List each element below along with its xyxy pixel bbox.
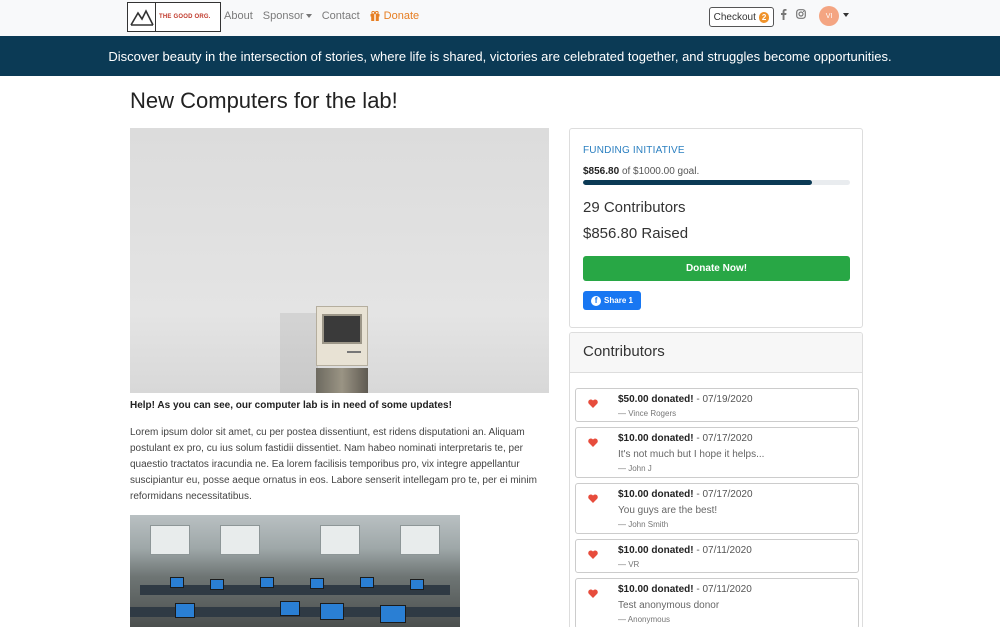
computer-screen [322, 314, 362, 344]
facebook-share-button[interactable]: f Share 1 [583, 291, 641, 310]
facebook-icon[interactable] [780, 9, 787, 23]
contributors-count: 29 Contributors [583, 199, 686, 216]
heart-icon [588, 490, 598, 503]
lab-window [150, 525, 190, 555]
nav-about-link[interactable]: About [224, 10, 253, 22]
share-label: Share 1 [604, 296, 633, 305]
lab-window [220, 525, 260, 555]
donation-message: Test anonymous donor [618, 600, 720, 611]
computer-photo [130, 128, 549, 393]
monitor [170, 577, 184, 588]
chevron-down-icon [305, 14, 312, 18]
goal-line: $856.80 of $1000.00 goal. [583, 166, 699, 177]
lab-window [320, 525, 360, 555]
description-text: Lorem ipsum dolor sit amet, cu per poste… [130, 427, 537, 502]
donate-now-button[interactable]: Donate Now! [583, 256, 850, 281]
chevron-down-icon[interactable] [843, 13, 849, 17]
help-text: Help! As you can see, our computer lab i… [130, 400, 452, 411]
donation-item: $10.00 donated! - 07/17/2020 It's not mu… [575, 427, 859, 478]
instagram-icon[interactable] [796, 9, 806, 22]
donation-amount: $10.00 donated! - 07/11/2020 [618, 545, 752, 556]
donor-name: — Anonymous [618, 615, 671, 624]
goal-text: of $1000.00 goal. [621, 166, 700, 177]
monitor [310, 578, 324, 589]
funding-card: FUNDING INITIATIVE $856.80 of $1000.00 g… [569, 128, 863, 328]
donor-name: — Vince Rogers [618, 409, 677, 418]
contributors-title: Contributors [570, 333, 862, 373]
donor-name: — John Smith [618, 520, 669, 529]
raised-amount: $856.80 [583, 166, 620, 177]
funding-progress-bar [583, 180, 850, 185]
heart-icon [588, 434, 598, 447]
donation-item: $50.00 donated! - 07/19/2020 — Vince Rog… [575, 388, 859, 422]
nav-contact-link[interactable]: Contact [322, 10, 360, 22]
nav-links: About Sponsor Contact Donate [224, 10, 429, 22]
computer-stand [316, 368, 368, 393]
monitor [380, 605, 406, 623]
heart-icon [588, 546, 598, 559]
gift-icon [370, 10, 380, 21]
cart-count-badge: 2 [758, 11, 770, 23]
progress-fill [583, 180, 812, 185]
checkout-label: Checkout [713, 11, 756, 23]
donor-name: — VR [618, 560, 640, 569]
donation-item: $10.00 donated! - 07/11/2020 — VR [575, 539, 859, 573]
monitor [175, 603, 195, 618]
contributors-card: Contributors $50.00 donated! - 07/19/202… [569, 332, 863, 627]
donor-name: — John J [618, 464, 652, 473]
donation-item: $10.00 donated! - 07/11/2020 Test anonym… [575, 578, 859, 627]
heart-icon [588, 585, 598, 598]
logo-text: THE GOOD ORG. [159, 14, 211, 20]
logo-mountain-icon [128, 3, 156, 31]
facebook-icon: f [591, 295, 602, 306]
vintage-computer [316, 306, 368, 366]
tagline-banner: Discover beauty in the intersection of s… [0, 36, 1000, 76]
monitor [260, 577, 274, 588]
nav-sponsor-label: Sponsor [262, 10, 304, 22]
raised-total: $856.80 Raised [583, 225, 689, 242]
donation-amount: $10.00 donated! - 07/11/2020 [618, 584, 752, 595]
desk-row [140, 585, 450, 595]
banner-text: Discover beauty in the intersection of s… [108, 48, 892, 64]
monitor [360, 577, 374, 588]
donation-message: It's not much but I hope it helps... [618, 449, 765, 460]
funding-label: FUNDING INITIATIVE [583, 145, 685, 156]
heart-icon [588, 395, 598, 408]
site-logo[interactable]: THE GOOD ORG. [127, 2, 221, 32]
page-title: New Computers for the lab! [130, 88, 398, 113]
photo-shadow [280, 313, 318, 393]
lab-window [400, 525, 440, 555]
checkout-button[interactable]: Checkout 2 [709, 7, 774, 27]
monitor [410, 579, 424, 590]
donation-amount: $10.00 donated! - 07/17/2020 [618, 433, 753, 444]
nav-donate-link[interactable]: Donate [370, 10, 419, 22]
donation-amount: $10.00 donated! - 07/17/2020 [618, 489, 753, 500]
nav-donate-label: Donate [383, 10, 420, 22]
nav-sponsor-dropdown[interactable]: Sponsor [263, 10, 312, 22]
disk-slot [347, 351, 361, 353]
donation-item: $10.00 donated! - 07/17/2020 You guys ar… [575, 483, 859, 534]
monitor [210, 579, 224, 590]
monitor [320, 603, 344, 620]
donation-amount: $50.00 donated! - 07/19/2020 [618, 394, 753, 405]
monitor [280, 601, 300, 616]
donation-message: You guys are the best! [618, 505, 718, 516]
computer-lab-photo [130, 515, 460, 627]
user-avatar[interactable]: VI [819, 6, 839, 26]
top-navbar: THE GOOD ORG. About Sponsor Contact Dona… [0, 0, 1000, 36]
